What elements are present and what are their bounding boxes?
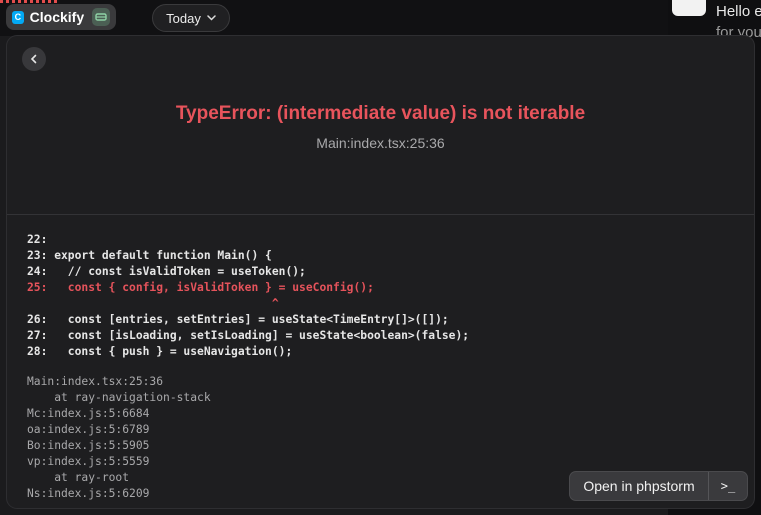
code-line-error: 25: const { config, isValidToken } = use… — [27, 281, 374, 294]
avatar — [672, 0, 706, 16]
date-filter-dropdown[interactable]: Today — [152, 4, 230, 32]
stack-trace-line: oa:index.js:5:6789 — [27, 423, 150, 436]
stack-trace-line: vp:index.js:5:5559 — [27, 455, 150, 468]
code-line: 28: const { push } = useNavigation(); — [27, 345, 293, 358]
stack-trace: Main:index.tsx:25:36 at ray-navigation-s… — [27, 374, 211, 502]
clockify-menu-item[interactable]: C Clockify — [6, 4, 116, 30]
indicator-dots — [0, 0, 60, 3]
background-greeting: Hello e — [716, 3, 761, 20]
screen: Hello e for you C Clockify Today TypeErr… — [0, 0, 761, 515]
chevron-down-icon — [207, 15, 216, 21]
app-name: Clockify — [29, 9, 85, 25]
terminal-icon[interactable]: >_ — [709, 479, 747, 493]
divider — [7, 214, 754, 215]
stack-trace-line: Ns:index.js:5:6209 — [27, 487, 150, 500]
stack-trace-line: at ray-navigation-stack — [27, 391, 211, 404]
error-title: TypeError: (intermediate value) is not i… — [175, 103, 586, 124]
stack-trace-line: Mc:index.js:5:6684 — [27, 407, 150, 420]
code-line: 26: const [entries, setEntries] = useSta… — [27, 313, 449, 326]
stack-trace-line: Bo:index.js:5:5905 — [27, 439, 150, 452]
stack-trace-line: at ray-root — [27, 471, 130, 484]
code-line: 23: export default function Main() { — [27, 249, 272, 262]
code-snippet: 22: 23: export default function Main() {… — [27, 232, 469, 360]
date-filter-label: Today — [166, 10, 201, 26]
error-window: TypeError: (intermediate value) is not i… — [7, 36, 754, 508]
clockify-logo-icon: C — [12, 10, 24, 24]
back-button[interactable] — [22, 47, 46, 71]
stack-trace-line: Main:index.tsx:25:36 — [27, 375, 164, 388]
action-bar: Open in phpstorm >_ — [570, 472, 747, 500]
code-line: 24: // const isValidToken = useToken(); — [27, 265, 306, 278]
error-caret: ^ — [27, 297, 279, 310]
status-indicator-icon — [92, 8, 110, 26]
code-line: 22: — [27, 233, 48, 246]
open-in-phpstorm-button[interactable]: Open in phpstorm — [570, 478, 708, 494]
chevron-left-icon — [30, 54, 37, 64]
code-line: 27: const [isLoading, setIsLoading] = us… — [27, 329, 470, 342]
error-location: Main:index.tsx:25:36 — [316, 135, 445, 151]
